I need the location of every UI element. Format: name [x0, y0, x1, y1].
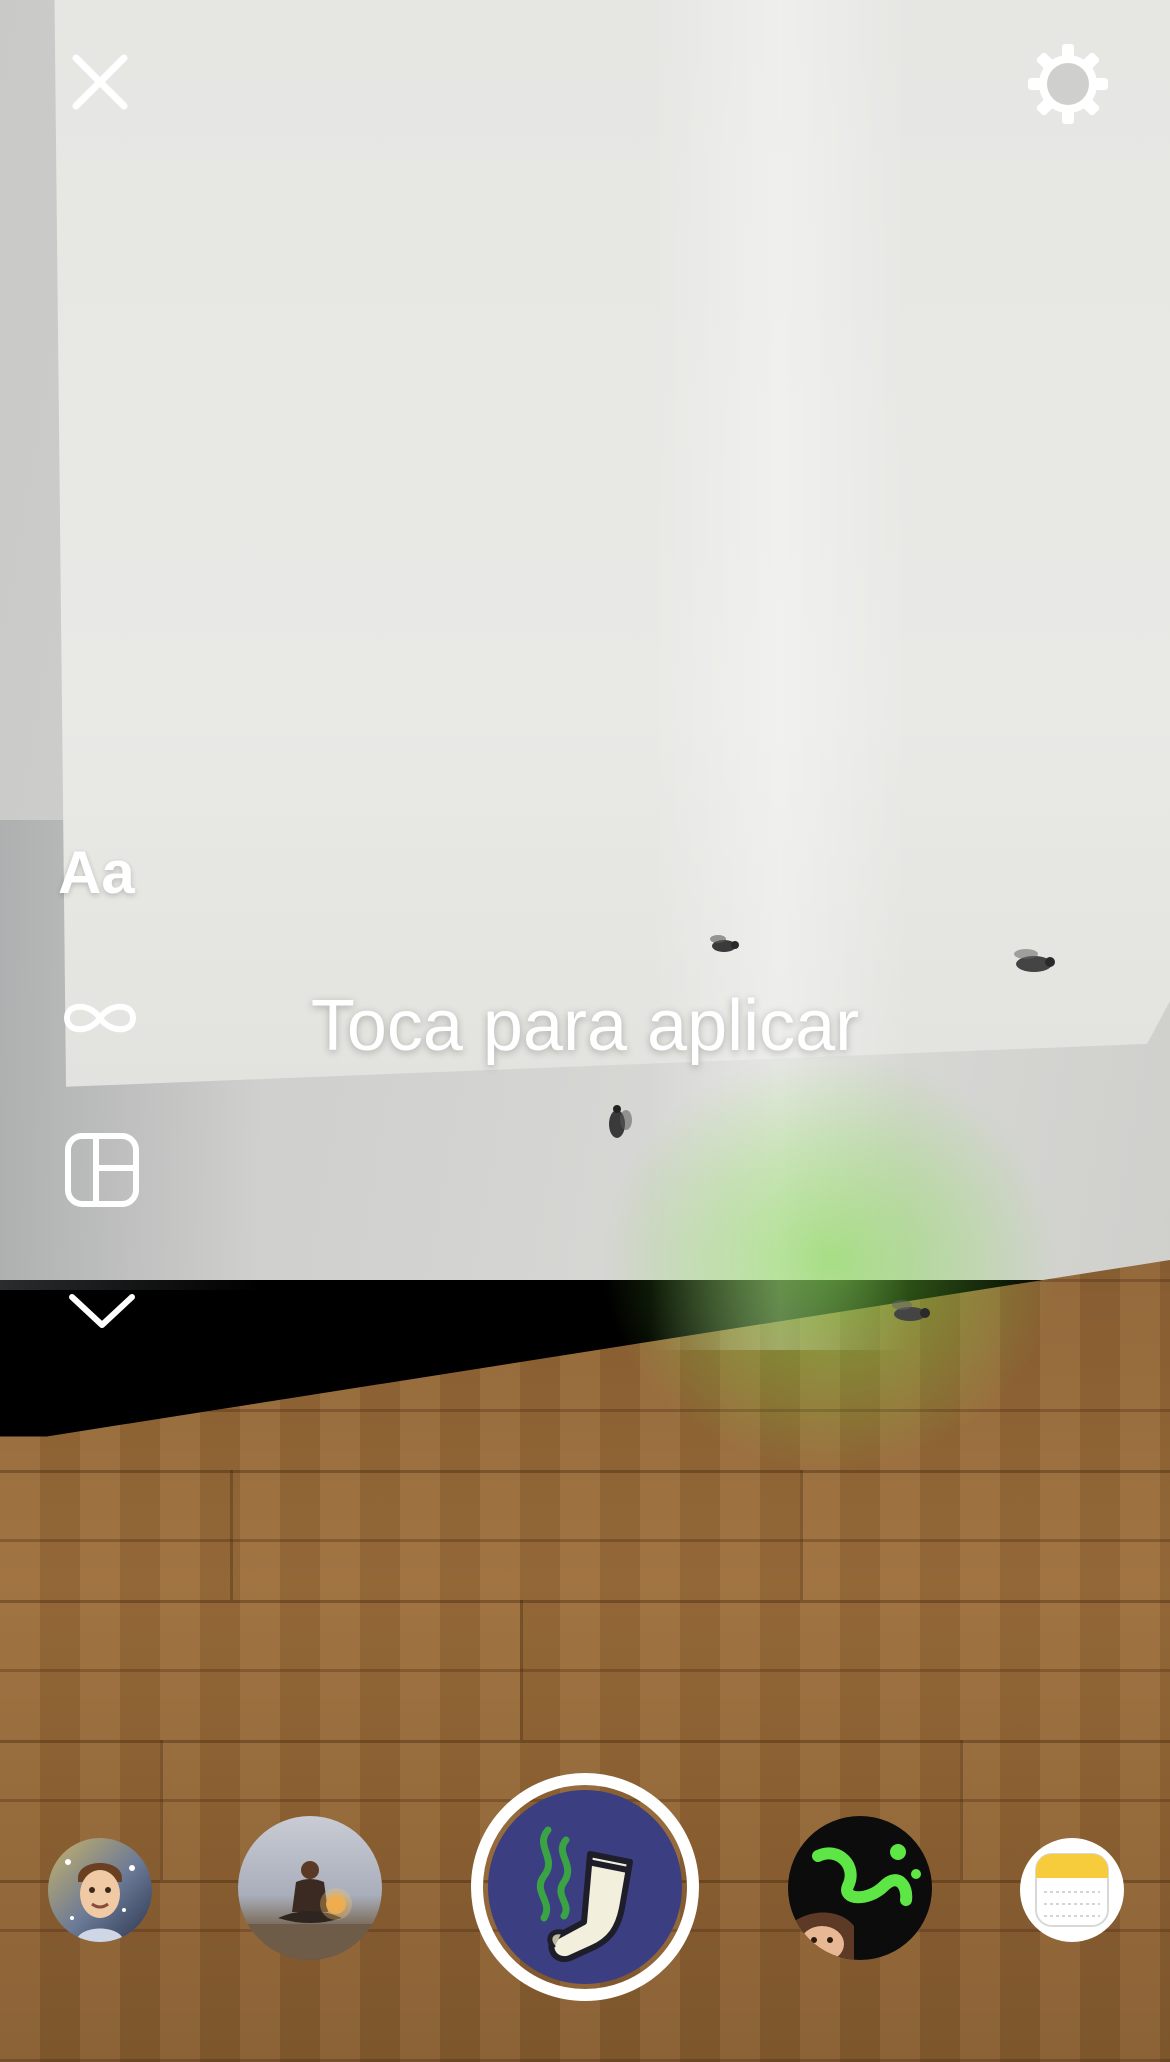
floor-seam [0, 1600, 1170, 1603]
meditation-effect[interactable] [238, 1816, 382, 1960]
settings-gear-icon [1028, 44, 1108, 124]
sock-icon [491, 1793, 679, 1981]
tap-to-apply-hint: Toca para aplicar [310, 986, 860, 1066]
floor-seam [800, 1470, 803, 1600]
layout-grid-icon [65, 1133, 139, 1207]
settings-button[interactable] [1026, 42, 1110, 126]
floor-seam [520, 1600, 523, 1740]
floor-seam [0, 1740, 1170, 1743]
fly-icon [710, 935, 739, 952]
slime-thumbnail [788, 1844, 921, 1960]
green-slime-effect[interactable] [788, 1816, 932, 1960]
meditation-thumbnail [238, 1861, 382, 1960]
notes-icon [1035, 1853, 1109, 1927]
shutter-button[interactable] [471, 1773, 699, 2001]
floor-seam [230, 1470, 233, 1600]
close-icon [72, 54, 128, 110]
close-button[interactable] [60, 42, 140, 122]
floor-seam [960, 1740, 963, 1880]
chevron-down-icon [69, 1294, 135, 1328]
more-tools-button[interactable] [62, 1286, 142, 1336]
fly-icon [609, 1105, 632, 1138]
memoji-thumbnail [65, 1859, 135, 1942]
text-mode-button[interactable]: Aa [58, 838, 135, 907]
floor-seam [160, 1740, 163, 1880]
fly-icon [1014, 949, 1055, 972]
smelly-sock-effect[interactable] [488, 1790, 682, 1984]
floor-seam [0, 1470, 1170, 1473]
fly-icon [892, 1300, 930, 1321]
memoji-effect[interactable] [48, 1838, 152, 1942]
layout-button[interactable] [62, 1130, 142, 1210]
ar-green-smell-effect [600, 1050, 1060, 1470]
notes-effect[interactable] [1020, 1838, 1124, 1942]
camera-screen: Aa Toca para aplicar [0, 0, 1170, 2062]
